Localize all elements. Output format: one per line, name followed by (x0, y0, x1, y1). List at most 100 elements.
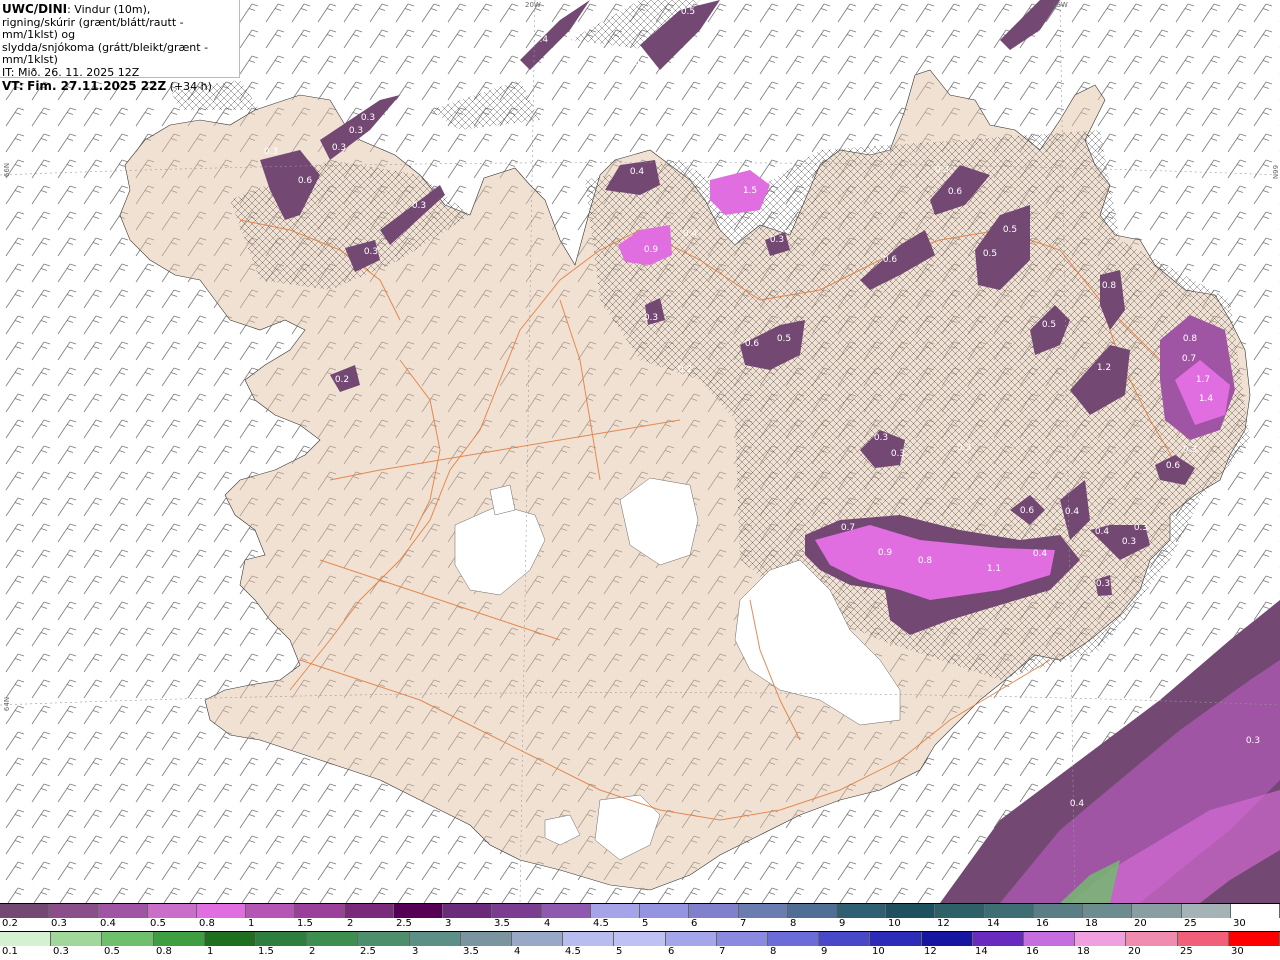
rain-legend-colorbar (0, 931, 1280, 946)
rain-legend-swatch (1126, 932, 1178, 946)
snow-legend-label: 20 (1134, 918, 1147, 929)
snow-legend-swatch (393, 904, 444, 918)
precip-value-label: 0.5 (681, 7, 695, 17)
rain-legend-swatch (102, 932, 154, 946)
init-time-label: IT: (2, 65, 15, 79)
rain-legend-label: 6 (668, 946, 675, 957)
snow-legend-swatch (0, 904, 50, 918)
snow-legend-label: 0.2 (2, 918, 18, 929)
rain-legend-label: 25 (1180, 946, 1193, 957)
snow-legend-swatch (836, 904, 887, 918)
snow-legend-label: 3 (445, 918, 452, 929)
valid-time-value: Fim. 27.11.2025 22Z (27, 78, 167, 93)
rain-legend-label: 1.5 (258, 946, 274, 957)
snow-legend-swatch (1181, 904, 1231, 918)
rain-legend-label: 16 (1026, 946, 1039, 957)
longitude-label-20w: 20W (525, 1, 541, 9)
precip-value-label: 1.5 (743, 186, 757, 196)
precip-value-label: 0.4 (1095, 527, 1110, 537)
rain-legend-label: 2 (309, 946, 316, 957)
rain-legend-label: 0.1 (2, 946, 18, 957)
precip-value-label: 0.8 (1183, 334, 1198, 344)
rain-legend-label: 5 (616, 946, 623, 957)
snow-legend-labels: 0.2 0.3 0.4 0.5 0.8 1 1.5 2 2.5 3 3.5 4 4.5 5 6 7 8 9 10 12… (0, 918, 1280, 932)
snow-legend-label: 25 (1184, 918, 1197, 929)
snow-legend-swatch (443, 904, 493, 918)
snow-legend-label: 8 (790, 918, 797, 929)
rain-legend-label: 12 (924, 946, 937, 957)
precip-value-label: 0.5 (1042, 320, 1056, 330)
snow-legend-swatch (196, 904, 247, 918)
init-time-value: Mið. 26. 11. 2025 12Z (17, 65, 140, 79)
snow-legend-swatch (886, 904, 936, 918)
rain-legend-swatch (153, 932, 205, 946)
precip-value-label: 0.7 (1182, 354, 1196, 364)
rain-legend-swatch (614, 932, 666, 946)
snow-legend-swatch (541, 904, 591, 918)
rain-legend-swatch (563, 932, 615, 946)
rain-legend-swatch (358, 932, 410, 946)
rain-legend-swatch (768, 932, 820, 946)
rain-legend-swatch (51, 932, 103, 946)
latitude-label-66n-left: 66N (3, 162, 12, 178)
variable-description-2: rigning/skúrir (grænt/blátt/rautt - mm/1… (2, 15, 184, 42)
precip-value-label: 0.6 (1166, 461, 1181, 471)
rain-legend-labels: 0.1 0.3 0.5 0.8 1 1.5 2 2.5 3 3.5 4 4.5 5 6 7 8 9 10 12 14 1… (0, 946, 1280, 960)
precip-value-label: 0.3 (361, 113, 375, 123)
snow-legend-label: 1 (248, 918, 255, 929)
snow-legend-label: 4 (544, 918, 551, 929)
rain-legend-swatch (716, 932, 769, 946)
precip-value-label: 0.6 (948, 187, 963, 197)
precip-value-label: 0.3 (1183, 445, 1197, 455)
snow-legend-swatch (935, 904, 985, 918)
precip-value-label: 0.9 (878, 548, 893, 558)
rain-legend-swatch (512, 932, 564, 946)
precip-value-label: 0.3 (349, 126, 363, 136)
rain-legend-swatch (1228, 932, 1280, 946)
rain-legend-swatch (1075, 932, 1127, 946)
snow-legend-label: 16 (1036, 918, 1049, 929)
precip-value-label: 0.3 (1134, 523, 1148, 533)
forecast-info-box: UWC/DINI: Vindur (10m), rigning/skúrir (… (0, 0, 240, 92)
rain-legend-label: 18 (1077, 946, 1090, 957)
snow-legend-label: 3.5 (494, 918, 510, 929)
precip-value-label: 1.7 (1196, 375, 1210, 385)
rain-legend-swatch (460, 932, 513, 946)
rain-legend-label: 20 (1128, 946, 1141, 957)
precip-value-label: 0.6 (745, 339, 760, 349)
rain-legend-label: 3.5 (463, 946, 479, 957)
snow-legend-swatch (246, 904, 296, 918)
longitude-label-15w: 15W (1052, 1, 1068, 9)
latitude-label-64n-left: 64N (3, 696, 12, 712)
precip-value-label: 0.3 (957, 443, 971, 453)
precip-value-label: 0.2 (678, 365, 692, 375)
valid-time-label: VT: (2, 78, 24, 93)
rain-legend-label: 1 (207, 946, 214, 957)
variable-description-1: : Vindur (10m), (67, 3, 151, 16)
rain-legend-swatch (665, 932, 717, 946)
rain-legend-label: 0.5 (104, 946, 120, 957)
rain-legend-label: 10 (872, 946, 885, 957)
variable-description-3: slydda/snjókoma (grátt/bleikt/grænt - mm… (2, 40, 209, 67)
latitude-label-66n-right: 66N (1271, 164, 1280, 180)
rain-legend-swatch (0, 932, 52, 946)
snow-legend-swatch (984, 904, 1034, 918)
rain-legend-swatch (307, 932, 359, 946)
snow-legend-swatch (49, 904, 99, 918)
snow-legend-swatch (98, 904, 148, 918)
rain-legend-label: 2.5 (360, 946, 376, 957)
snow-legend-label: 9 (839, 918, 846, 929)
precip-value-label: 0.5 (777, 334, 791, 344)
snow-legend-swatch (590, 904, 641, 918)
precip-value-label: 0.4 (1065, 507, 1080, 517)
rain-legend-swatch (1024, 932, 1076, 946)
precip-value-label: 0.3 (364, 247, 378, 257)
precip-value-label: 0.3 (874, 433, 888, 443)
snow-legend-swatch (1230, 904, 1280, 918)
snow-legend-label: 0.3 (51, 918, 67, 929)
snow-legend-label: 0.5 (150, 918, 166, 929)
precip-value-label: 0.4 (534, 35, 549, 45)
rain-legend-label: 14 (975, 946, 988, 957)
rain-legend-label: 4 (514, 946, 521, 957)
snow-legend-label: 0.4 (100, 918, 116, 929)
